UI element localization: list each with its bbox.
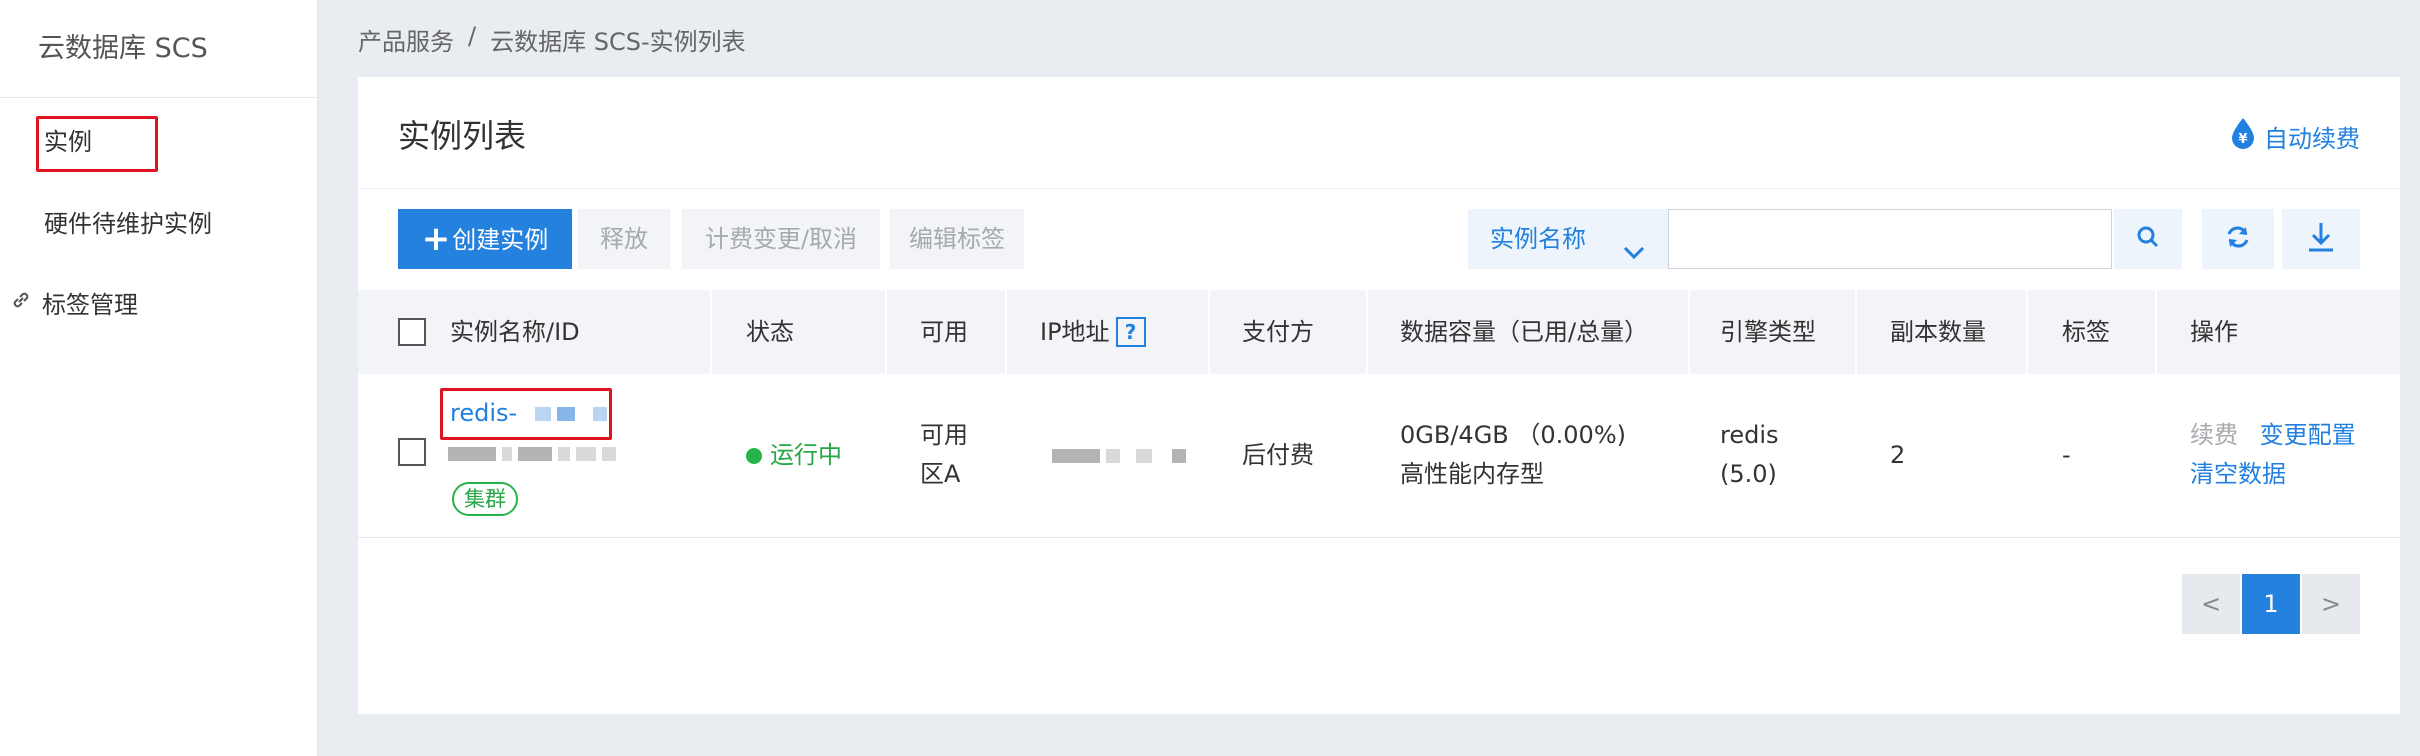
auto-renew-link[interactable]: ¥ 自动续费: [2230, 117, 2360, 155]
auto-renew-label: 自动续费: [2264, 124, 2360, 153]
search-icon: [2136, 225, 2160, 253]
plus-icon: +: [421, 219, 451, 259]
status-dot-icon: [746, 447, 762, 464]
page-title: 实例列表: [398, 117, 527, 155]
main-panel: 实例列表 ¥ 自动续费 +创建实例 释放 计费变更/取消 编辑标签 实例名称 实…: [358, 77, 2400, 714]
sidebar-title: 云数据库 SCS: [0, 0, 317, 98]
header-engine: 引擎类型: [1720, 318, 1816, 346]
refresh-button[interactable]: [2202, 209, 2274, 269]
header-tags: 标签: [2062, 318, 2110, 346]
edit-tags-button[interactable]: 编辑标签: [890, 209, 1024, 269]
create-instance-button[interactable]: +创建实例: [398, 209, 572, 269]
cluster-badge-cell: 集群: [452, 479, 518, 518]
redacted-text: [602, 447, 616, 461]
water-drop-icon: ¥: [2230, 117, 2256, 155]
replicas-cell: 2: [1890, 441, 1906, 469]
renew-action[interactable]: 续费: [2190, 421, 2238, 449]
pagination: < 1 >: [2182, 574, 2360, 634]
header-payment: 支付方: [1242, 318, 1314, 346]
billing-change-button[interactable]: 计费变更/取消: [682, 209, 880, 269]
panel-header: 实例列表 ¥ 自动续费: [358, 77, 2400, 189]
engine-version: (5.0): [1720, 460, 1777, 488]
engine-cell: redis (5.0): [1720, 416, 1779, 494]
breadcrumb-separator: /: [468, 22, 477, 50]
sidebar-item-tags-label: 标签管理: [42, 291, 138, 319]
tags-cell: -: [2062, 441, 2071, 469]
redacted-text: [576, 447, 596, 461]
table-header: 实例名称/ID 状态 可用 IP地址 ? 支付方 数据容量（已用/总量） 引擎类…: [358, 290, 2400, 374]
page-1-button[interactable]: 1: [2242, 574, 2300, 634]
download-icon: [2306, 221, 2336, 257]
column-divider: [1005, 290, 1007, 374]
row-checkbox[interactable]: [398, 438, 426, 466]
redacted-text: [502, 447, 512, 461]
actions-cell: 续费 变更配置 清空数据: [2190, 416, 2356, 494]
redacted-text: [1136, 449, 1152, 463]
redacted-text: [1172, 449, 1186, 463]
refresh-icon: [2224, 223, 2252, 255]
payment-cell: 后付费: [1242, 441, 1314, 469]
search-type-label: 实例名称: [1490, 225, 1586, 253]
capacity-cell: 0GB/4GB （0.00%) 高性能内存型: [1400, 416, 1626, 494]
capacity-type: 高性能内存型: [1400, 460, 1544, 488]
prev-page-button[interactable]: <: [2182, 574, 2240, 634]
link-icon: [10, 289, 32, 317]
status-label: 运行中: [770, 441, 842, 469]
header-replicas: 副本数量: [1890, 318, 1986, 346]
clear-data-action[interactable]: 清空数据: [2190, 460, 2286, 488]
redacted-text: [448, 447, 496, 461]
breadcrumb-current: 云数据库 SCS-实例列表: [490, 28, 746, 56]
download-button[interactable]: [2282, 209, 2360, 269]
breadcrumb-root[interactable]: 产品服务: [358, 22, 454, 57]
instance-id: [448, 434, 622, 473]
column-divider: [1366, 290, 1368, 374]
redacted-text: [518, 447, 552, 461]
svg-text:¥: ¥: [2238, 132, 2247, 147]
cluster-badge: 集群: [452, 482, 518, 516]
change-config-action[interactable]: 变更配置: [2260, 421, 2356, 449]
column-divider: [1855, 290, 1857, 374]
header-actions: 操作: [2190, 318, 2238, 346]
header-ip-label: IP地址: [1040, 318, 1110, 346]
header-zone: 可用: [920, 318, 968, 346]
column-divider: [1208, 290, 1210, 374]
zone-cell: 可用 区A: [920, 416, 968, 494]
column-divider: [710, 290, 712, 374]
table-row: redis - 集群 运行中 可用 区A 后付费 0GB/4GB （0.00%) …: [358, 374, 2400, 538]
header-ip: IP地址 ?: [1040, 290, 1146, 374]
chevron-down-icon: [1622, 227, 1646, 287]
search-input[interactable]: [1668, 209, 2112, 269]
highlight-box: [440, 388, 612, 440]
header-name: 实例名称/ID: [450, 318, 580, 346]
select-all-checkbox[interactable]: [398, 318, 426, 346]
column-divider: [2155, 290, 2157, 374]
release-button[interactable]: 释放: [578, 209, 670, 269]
redacted-text: [1106, 449, 1120, 463]
breadcrumb: 产品服务 / 云数据库 SCS-实例列表: [358, 22, 746, 57]
ip-cell: [1052, 436, 1192, 475]
redacted-text: [1052, 449, 1100, 463]
search-button[interactable]: [2114, 209, 2182, 269]
search-type-select[interactable]: 实例名称: [1468, 209, 1668, 269]
redacted-text: [558, 447, 570, 461]
create-instance-label: 创建实例: [452, 226, 549, 254]
instance-table: 实例名称/ID 状态 可用 IP地址 ? 支付方 数据容量（已用/总量） 引擎类…: [358, 290, 2400, 538]
status-cell: 运行中: [746, 436, 842, 475]
sidebar: 云数据库 SCS 实例 硬件待维护实例 标签管理: [0, 0, 318, 756]
toolbar: +创建实例 释放 计费变更/取消 编辑标签 实例名称: [398, 209, 2360, 269]
zone-line1: 可用: [920, 421, 968, 449]
sidebar-item-maintenance[interactable]: 硬件待维护实例: [44, 204, 212, 239]
highlight-box: [36, 116, 158, 172]
zone-line2: 区A: [920, 460, 961, 488]
engine-name: redis: [1720, 421, 1779, 449]
column-divider: [885, 290, 887, 374]
sidebar-item-tags[interactable]: 标签管理: [10, 285, 138, 320]
next-page-button[interactable]: >: [2302, 574, 2360, 634]
capacity-usage: 0GB/4GB （0.00%): [1400, 421, 1626, 449]
help-icon[interactable]: ?: [1115, 317, 1146, 347]
header-status: 状态: [746, 318, 794, 346]
column-divider: [2026, 290, 2028, 374]
header-capacity: 数据容量（已用/总量）: [1400, 318, 1649, 346]
column-divider: [1688, 290, 1690, 374]
